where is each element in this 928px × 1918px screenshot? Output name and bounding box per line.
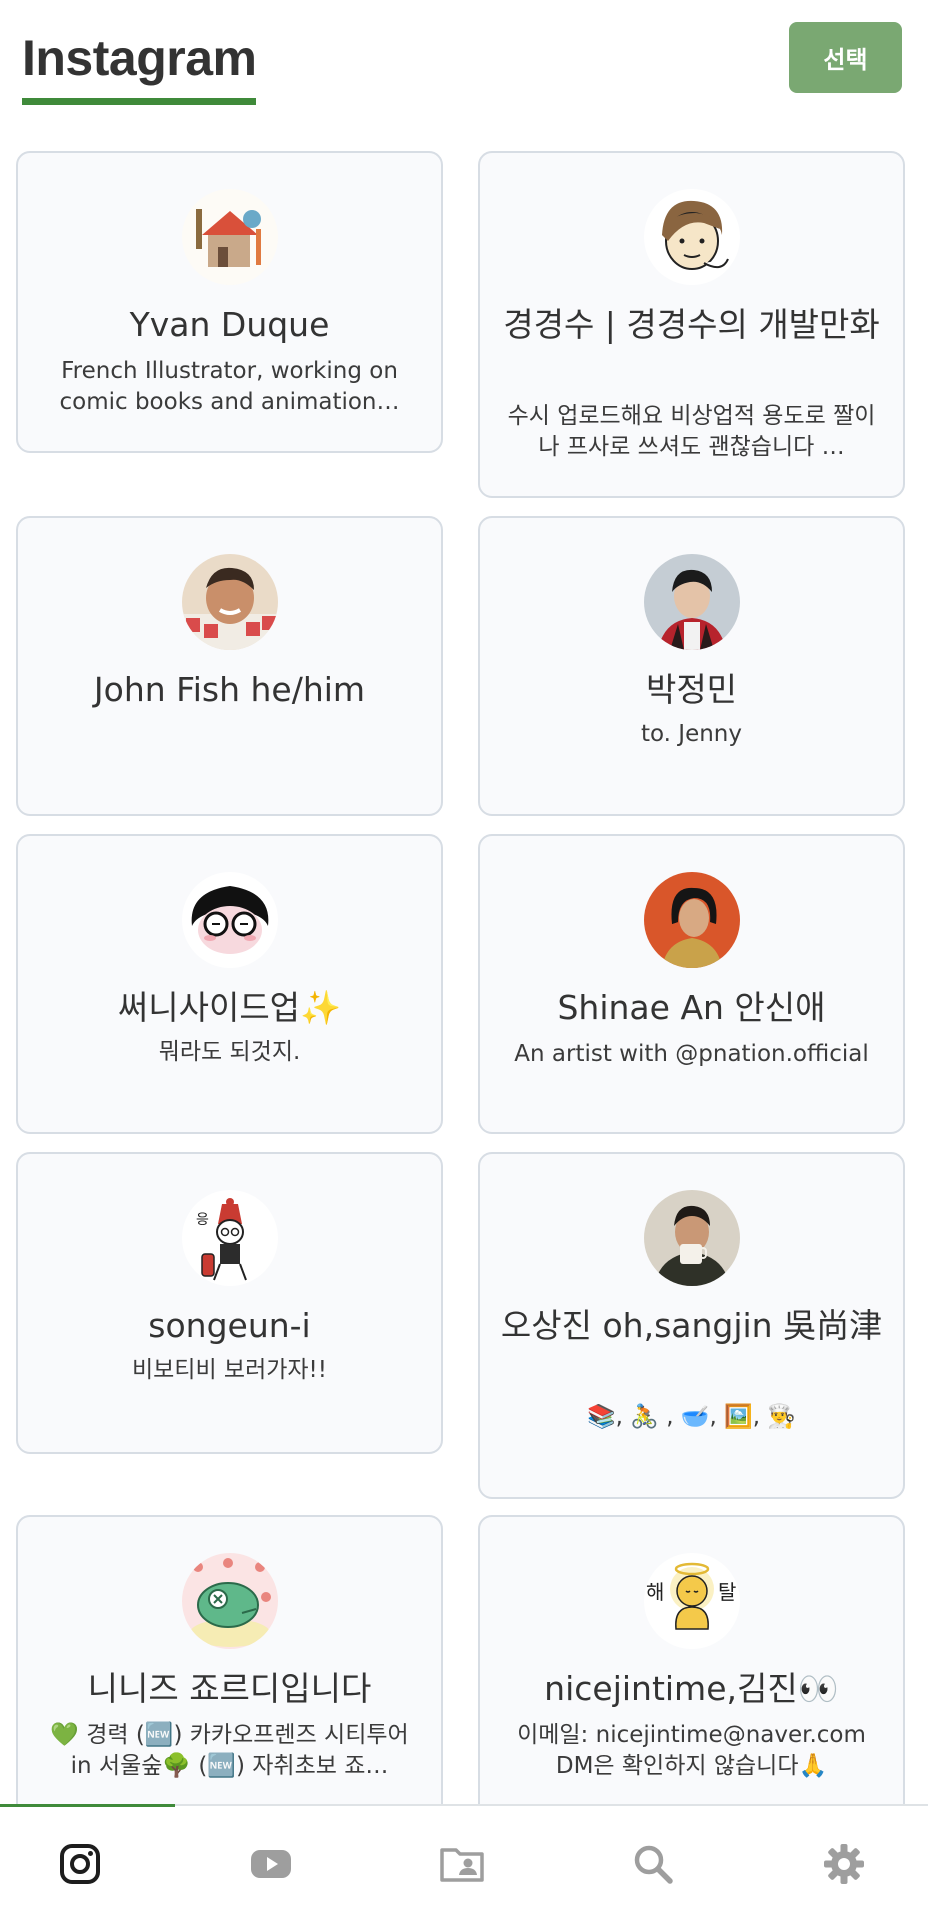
- youtube-icon[interactable]: [243, 1836, 299, 1892]
- profile-card[interactable]: 박정민 to. Jenny: [478, 516, 905, 816]
- avatar: [643, 872, 740, 968]
- avatar: [181, 189, 278, 285]
- profile-card[interactable]: Yvan Duque French Illustrator, working o…: [16, 151, 443, 453]
- app-header: Instagram 선택: [0, 0, 928, 130]
- profile-grid[interactable]: Yvan Duque French Illustrator, working o…: [0, 130, 928, 1804]
- profile-name: nicejintime,김진👀: [544, 1669, 839, 1708]
- profile-name: 오상진 oh,sangjin 吳尚津: [500, 1306, 883, 1345]
- avatar: [181, 1553, 278, 1649]
- profile-bio: 비보티비 보러가자!!: [131, 1357, 328, 1383]
- svg-text:탈: 탈: [718, 1580, 736, 1604]
- avatar: 해탈: [643, 1553, 740, 1649]
- folder-contact-icon[interactable]: [434, 1836, 490, 1892]
- profile-card[interactable]: 해탈 nicejintime,김진👀 이메일: nicejintime@nave…: [478, 1515, 905, 1804]
- svg-text:해: 해: [646, 1580, 664, 1604]
- avatar: [643, 189, 740, 285]
- profile-bio: An artist with @pnation.official: [514, 1041, 869, 1067]
- profile-bio: 수시 업로드해요 비상업적 용도로 짤이나 프사로 쓰셔도 괜찮습니다 …: [507, 403, 876, 460]
- avatar: [181, 554, 278, 650]
- profile-name: 경경수 | 경경수의 개발만화: [503, 305, 880, 344]
- profile-bio: 이메일: nicejintime@naver.com DM은 확인하지 않습니다…: [517, 1722, 866, 1779]
- svg-text:응: 응: [196, 1212, 209, 1228]
- profile-card[interactable]: 써니사이드업✨ 뭐라도 되것지.: [16, 834, 443, 1134]
- profile-name: 박정민: [645, 670, 738, 709]
- profile-name: songeun-i: [148, 1306, 311, 1345]
- profile-card[interactable]: 응 songeun-i 비보티비 보러가자!!: [16, 1152, 443, 1454]
- select-button[interactable]: 선택: [789, 22, 902, 93]
- profile-card[interactable]: John Fish he/him: [16, 516, 443, 816]
- profile-name: 써니사이드업✨: [117, 988, 342, 1027]
- page-title: Instagram: [22, 28, 257, 105]
- profile-bio: 뭐라도 되것지.: [158, 1039, 301, 1065]
- profile-bio: to. Jenny: [640, 721, 742, 747]
- profile-card[interactable]: Shinae An 안신애 An artist with @pnation.of…: [478, 834, 905, 1134]
- profile-name: 니니즈 죠르디입니다: [87, 1669, 372, 1708]
- instagram-icon[interactable]: [52, 1836, 108, 1892]
- avatar: [643, 1190, 740, 1286]
- profile-bio: French Illustrator, working on comic boo…: [59, 358, 400, 415]
- profile-bio: 📚, 🚴 , 🥣, 🖼️, 👨‍🍳: [587, 1404, 796, 1430]
- gear-icon[interactable]: [816, 1836, 872, 1892]
- active-tab-indicator: [0, 1804, 175, 1807]
- avatar: [181, 872, 278, 968]
- avatar: [643, 554, 740, 650]
- profile-card[interactable]: 니니즈 죠르디입니다 💚 경력 (🆕) 카카오프렌즈 시티투어 in 서울숲🌳 …: [16, 1515, 443, 1804]
- bottom-nav: [0, 1804, 928, 1918]
- profile-card[interactable]: 오상진 oh,sangjin 吳尚津 📚, 🚴 , 🥣, 🖼️, 👨‍🍳: [478, 1152, 905, 1499]
- avatar: 응: [181, 1190, 278, 1286]
- profile-name: Yvan Duque: [129, 305, 330, 344]
- profile-card[interactable]: 경경수 | 경경수의 개발만화 수시 업로드해요 비상업적 용도로 짤이나 프사…: [478, 151, 905, 498]
- profile-name: Shinae An 안신애: [557, 988, 826, 1027]
- profile-bio: 💚 경력 (🆕) 카카오프렌즈 시티투어 in 서울숲🌳 (🆕) 자취초보 죠…: [50, 1722, 409, 1779]
- profile-name: John Fish he/him: [93, 670, 366, 709]
- search-icon[interactable]: [625, 1836, 681, 1892]
